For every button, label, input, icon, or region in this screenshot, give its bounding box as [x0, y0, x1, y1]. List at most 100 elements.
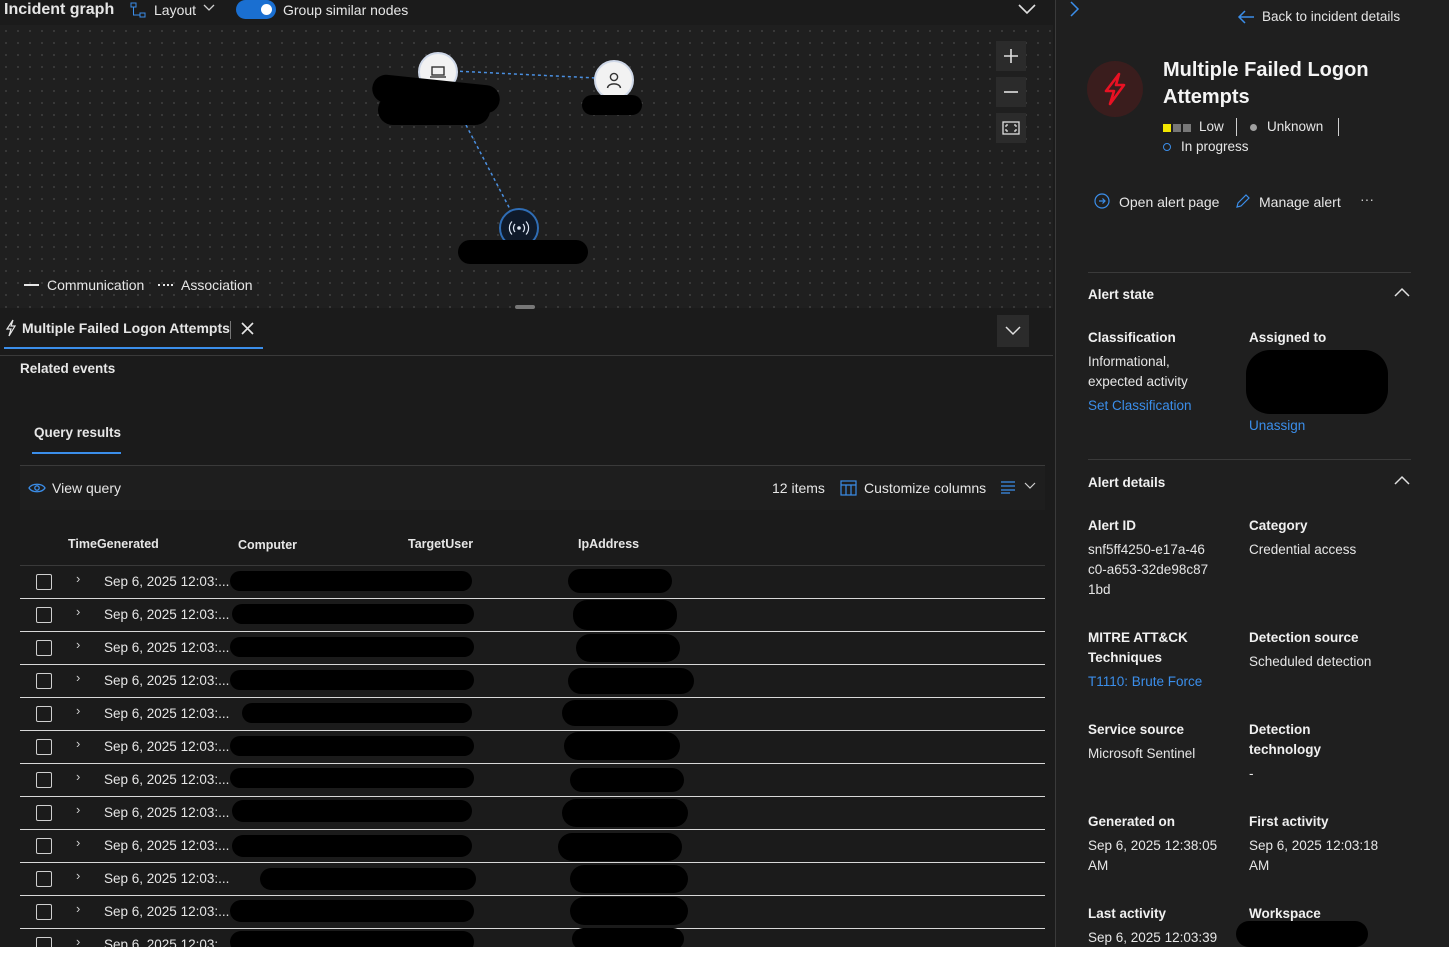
divider: [1088, 272, 1411, 273]
alert-tab-label[interactable]: Multiple Failed Logon Attempts: [22, 320, 230, 336]
row-checkbox[interactable]: [36, 838, 52, 854]
group-similar-toggle[interactable]: [236, 0, 276, 19]
tab-query-results[interactable]: Query results: [34, 425, 121, 440]
chevron-right-icon[interactable]: ›: [76, 571, 80, 586]
chevron-up-icon[interactable]: [1394, 475, 1410, 485]
collapse-alert-button[interactable]: [997, 315, 1029, 347]
redacted-cell: [558, 833, 682, 861]
table-row[interactable]: › Sep 6, 2025 12:03:...: [20, 829, 1045, 863]
mitre-technique-link[interactable]: T1110: Brute Force: [1088, 674, 1202, 689]
tab-divider: [230, 321, 231, 339]
table-row[interactable]: › Sep 6, 2025 12:03:...: [20, 895, 1045, 929]
row-checkbox[interactable]: [36, 706, 52, 722]
layout-icon: [130, 2, 146, 18]
column-header-ipaddress[interactable]: IpAddress: [578, 537, 639, 551]
zoom-in-button[interactable]: [996, 41, 1026, 71]
alert-id-label: Alert ID: [1088, 518, 1137, 533]
row-checkbox[interactable]: [36, 772, 52, 788]
column-header-timegenerated[interactable]: TimeGenerated: [68, 537, 159, 551]
user-node[interactable]: [594, 60, 634, 100]
table-row[interactable]: › Sep 6, 2025 12:03:...: [20, 730, 1045, 764]
chevron-up-icon[interactable]: [1394, 287, 1410, 297]
open-alert-page-button[interactable]: Open alert page: [1119, 194, 1219, 210]
graph-canvas[interactable]: Communication Association: [0, 25, 1053, 308]
column-header-targetuser[interactable]: TargetUser: [408, 537, 473, 551]
columns-icon: [840, 480, 857, 496]
zoom-out-button[interactable]: [996, 77, 1026, 107]
view-query-button[interactable]: View query: [52, 480, 121, 496]
alert-state-heading: Alert state: [1088, 287, 1155, 302]
redacted-cell: [230, 571, 472, 591]
redacted-cell: [242, 703, 472, 723]
row-checkbox[interactable]: [36, 937, 52, 947]
row-checkbox[interactable]: [36, 640, 52, 656]
toggle-knob: [261, 4, 272, 15]
close-icon[interactable]: [240, 321, 255, 336]
row-checkbox[interactable]: [36, 574, 52, 590]
detection-technology-label: Detection technology: [1249, 722, 1322, 757]
service-source-label: Service source: [1088, 722, 1185, 737]
arrow-left-icon[interactable]: [1237, 9, 1255, 25]
row-checkbox[interactable]: [36, 871, 52, 887]
chevron-right-icon[interactable]: ›: [76, 703, 80, 718]
category-value: Credential access: [1249, 542, 1357, 557]
redacted-cell: [562, 799, 688, 827]
alert-lightning-icon: [1087, 61, 1143, 117]
table-row[interactable]: › Sep 6, 2025 12:03:...: [20, 862, 1045, 896]
redacted-cell: [562, 700, 678, 726]
table-row[interactable]: › Sep 6, 2025 12:03:...: [20, 763, 1045, 797]
table-row[interactable]: › Sep 6, 2025 12:03:...: [20, 928, 1045, 947]
redacted-cell: [572, 928, 684, 947]
table-row[interactable]: › Sep 6, 2025 12:03:...: [20, 598, 1045, 632]
table-row[interactable]: › Sep 6, 2025 12:03:...: [20, 565, 1045, 599]
customize-columns-button[interactable]: Customize columns: [864, 480, 986, 496]
more-options-button[interactable]: ···: [1360, 191, 1374, 207]
list-view-icon[interactable]: [1000, 480, 1016, 494]
chevron-right-icon[interactable]: ›: [76, 868, 80, 883]
user-icon: [606, 72, 622, 89]
table-row[interactable]: › Sep 6, 2025 12:03:...: [20, 796, 1045, 830]
chevron-right-icon[interactable]: [1068, 0, 1080, 18]
redacted-cell: [230, 670, 474, 690]
table-row[interactable]: › Sep 6, 2025 12:03:...: [20, 697, 1045, 731]
back-to-incident-link[interactable]: Back to incident details: [1262, 9, 1400, 24]
chevron-right-icon[interactable]: ›: [76, 802, 80, 817]
unassign-link[interactable]: Unassign: [1249, 418, 1305, 433]
chevron-down-icon: [1005, 326, 1021, 336]
chevron-right-icon[interactable]: ›: [76, 835, 80, 850]
chevron-right-icon[interactable]: ›: [76, 736, 80, 751]
row-checkbox[interactable]: [36, 739, 52, 755]
chevron-right-icon[interactable]: ›: [76, 637, 80, 652]
chevron-down-icon[interactable]: [1024, 481, 1036, 491]
divider: [1338, 118, 1339, 136]
set-classification-link[interactable]: Set Classification: [1088, 398, 1192, 413]
active-tab-indicator: [4, 347, 263, 349]
redacted-assignee: [1246, 350, 1388, 414]
chevron-right-icon[interactable]: ›: [76, 901, 80, 916]
chevron-right-icon[interactable]: ›: [76, 769, 80, 784]
column-header-computer[interactable]: Computer: [238, 538, 297, 552]
collapse-graph-chevron-icon[interactable]: [1018, 3, 1036, 15]
manage-alert-button[interactable]: Manage alert: [1259, 194, 1341, 210]
chevron-right-icon[interactable]: ›: [76, 604, 80, 619]
chevron-right-icon[interactable]: ›: [76, 670, 80, 685]
row-checkbox[interactable]: [36, 607, 52, 623]
table-row[interactable]: › Sep 6, 2025 12:03:...: [20, 664, 1045, 698]
redacted-ip-address: [458, 240, 588, 264]
group-similar-label: Group similar nodes: [283, 2, 409, 18]
row-checkbox[interactable]: [36, 673, 52, 689]
chevron-right-icon[interactable]: ›: [76, 934, 80, 947]
redacted-cell: [573, 600, 677, 630]
communication-line-icon: [24, 284, 39, 286]
table-row[interactable]: › Sep 6, 2025 12:03:...: [20, 631, 1045, 665]
fit-to-screen-button[interactable]: [996, 113, 1026, 143]
status-label: In progress: [1181, 139, 1249, 154]
in-progress-icon: [1163, 143, 1171, 151]
row-checkbox[interactable]: [36, 805, 52, 821]
row-checkbox[interactable]: [36, 904, 52, 920]
redacted-cell: [232, 604, 474, 624]
classification-value: Informational, expected activity: [1088, 354, 1188, 389]
last-activity-value: Sep 6, 2025 12:03:39: [1088, 930, 1218, 945]
chevron-down-icon[interactable]: [202, 0, 216, 14]
layout-button[interactable]: Layout: [154, 2, 196, 18]
